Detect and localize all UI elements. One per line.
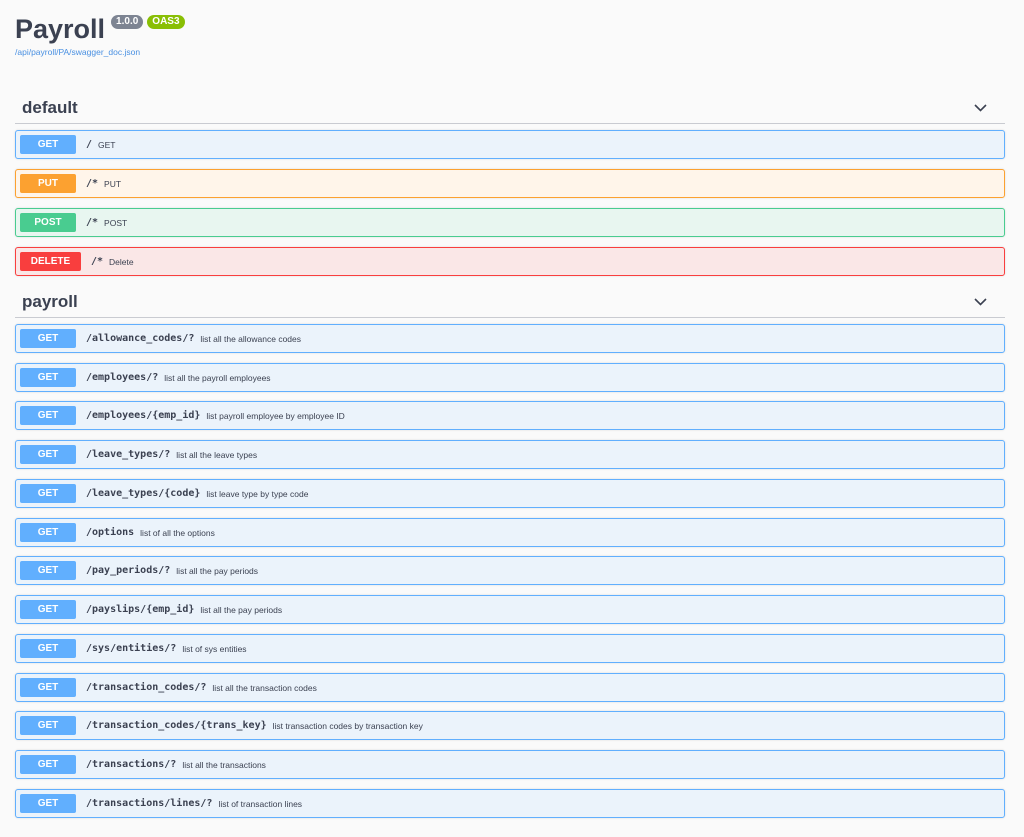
operation-summary: list of all the options — [140, 527, 215, 538]
method-badge: GET — [20, 794, 76, 813]
operation-summary: list of transaction lines — [218, 798, 303, 809]
operation-get-transaction-lines[interactable]: GET /transactions/lines/? list of transa… — [15, 789, 1005, 818]
operation-summary: list all the leave types — [176, 449, 258, 460]
operation-path: /options — [86, 527, 135, 538]
operation-get-transaction-code-by-key[interactable]: GET /transaction_codes/{trans_key} list … — [15, 711, 1005, 740]
version-badge: 1.0.0 — [111, 15, 144, 29]
operation-get-leave-type-by-code[interactable]: GET /leave_types/{code} list leave type … — [15, 479, 1005, 508]
operation-post-wildcard[interactable]: POST /* POST — [15, 208, 1005, 237]
operation-get-sys-entities[interactable]: GET /sys/entities/? list of sys entities — [15, 634, 1005, 663]
operation-summary: list payroll employee by employee ID — [206, 410, 345, 421]
operation-delete-wildcard[interactable]: DELETE /* Delete — [15, 247, 1005, 276]
operation-summary: GET — [98, 139, 116, 150]
operation-path: /employees/{emp_id} — [86, 410, 201, 421]
operation-path: /transactions/lines/? — [86, 798, 213, 809]
operation-summary: list of sys entities — [182, 643, 247, 654]
operation-path: /employees/? — [86, 372, 159, 383]
operation-summary: list all the transactions — [182, 759, 266, 770]
operation-summary: list all the transaction codes — [212, 682, 317, 693]
operation-get-transaction-codes[interactable]: GET /transaction_codes/? list all the tr… — [15, 673, 1005, 702]
method-badge: POST — [20, 213, 76, 232]
chevron-down-icon[interactable] — [973, 295, 987, 309]
operation-path: /transactions/? — [86, 759, 177, 770]
method-badge: GET — [20, 755, 76, 774]
operation-summary: list all the payroll employees — [164, 372, 271, 383]
method-badge: GET — [20, 368, 76, 387]
method-badge: DELETE — [20, 252, 81, 271]
spec-url-link[interactable]: /api/payroll/PA/swagger_doc.json — [15, 47, 185, 57]
method-badge: GET — [20, 716, 76, 735]
section-header-payroll[interactable]: payroll — [15, 286, 1005, 318]
method-badge: GET — [20, 445, 76, 464]
api-info: Payroll 1.0.0 OAS3 /api/payroll/PA/swagg… — [15, 14, 185, 57]
page-title: Payroll — [15, 14, 106, 44]
operation-summary: list all the pay periods — [200, 604, 283, 615]
operation-path: /transaction_codes/{trans_key} — [86, 720, 267, 731]
operation-path: /* — [86, 178, 99, 189]
operation-summary: list leave type by type code — [206, 488, 309, 499]
method-badge: GET — [20, 484, 76, 503]
operation-get-employees[interactable]: GET /employees/? list all the payroll em… — [15, 363, 1005, 392]
method-badge: GET — [20, 329, 76, 348]
operation-summary: Delete — [109, 256, 134, 267]
method-badge: GET — [20, 135, 76, 154]
operation-get-root[interactable]: GET / GET — [15, 130, 1005, 159]
operation-path: / — [86, 139, 93, 150]
operation-path: /* — [91, 256, 104, 267]
method-badge: GET — [20, 678, 76, 697]
operation-summary: list all the pay periods — [176, 565, 259, 576]
oas-badge: OAS3 — [147, 15, 185, 29]
operation-path: /leave_types/? — [86, 449, 171, 460]
operation-summary: list transaction codes by transaction ke… — [272, 720, 423, 731]
operation-path: /transaction_codes/? — [86, 682, 207, 693]
operation-summary: PUT — [104, 178, 122, 189]
section-title: payroll — [22, 291, 78, 311]
operation-get-payslips[interactable]: GET /payslips/{emp_id} list all the pay … — [15, 595, 1005, 624]
operation-summary: POST — [104, 217, 128, 228]
operation-summary: list all the allowance codes — [200, 333, 302, 344]
operation-get-leave-types[interactable]: GET /leave_types/? list all the leave ty… — [15, 440, 1005, 469]
method-badge: GET — [20, 406, 76, 425]
method-badge: GET — [20, 523, 76, 542]
operation-get-pay-periods[interactable]: GET /pay_periods/? list all the pay peri… — [15, 556, 1005, 585]
operation-put-wildcard[interactable]: PUT /* PUT — [15, 169, 1005, 198]
operation-get-options[interactable]: GET /options list of all the options — [15, 518, 1005, 547]
method-badge: GET — [20, 561, 76, 580]
title-row: Payroll 1.0.0 OAS3 — [15, 14, 185, 44]
operation-path: /allowance_codes/? — [86, 333, 195, 344]
operation-path: /pay_periods/? — [86, 565, 171, 576]
operation-path: /sys/entities/? — [86, 643, 177, 654]
operation-get-transactions[interactable]: GET /transactions/? list all the transac… — [15, 750, 1005, 779]
operation-path: /leave_types/{code} — [86, 488, 201, 499]
section-title: default — [22, 97, 78, 117]
operation-path: /* — [86, 217, 99, 228]
chevron-down-icon[interactable] — [973, 101, 987, 115]
operation-get-employee-by-id[interactable]: GET /employees/{emp_id} list payroll emp… — [15, 401, 1005, 430]
method-badge: GET — [20, 600, 76, 619]
method-badge: GET — [20, 639, 76, 658]
section-header-default[interactable]: default — [15, 92, 1005, 124]
operation-path: /payslips/{emp_id} — [86, 604, 195, 615]
method-badge: PUT — [20, 174, 76, 193]
operation-get-allowance-codes[interactable]: GET /allowance_codes/? list all the allo… — [15, 324, 1005, 353]
